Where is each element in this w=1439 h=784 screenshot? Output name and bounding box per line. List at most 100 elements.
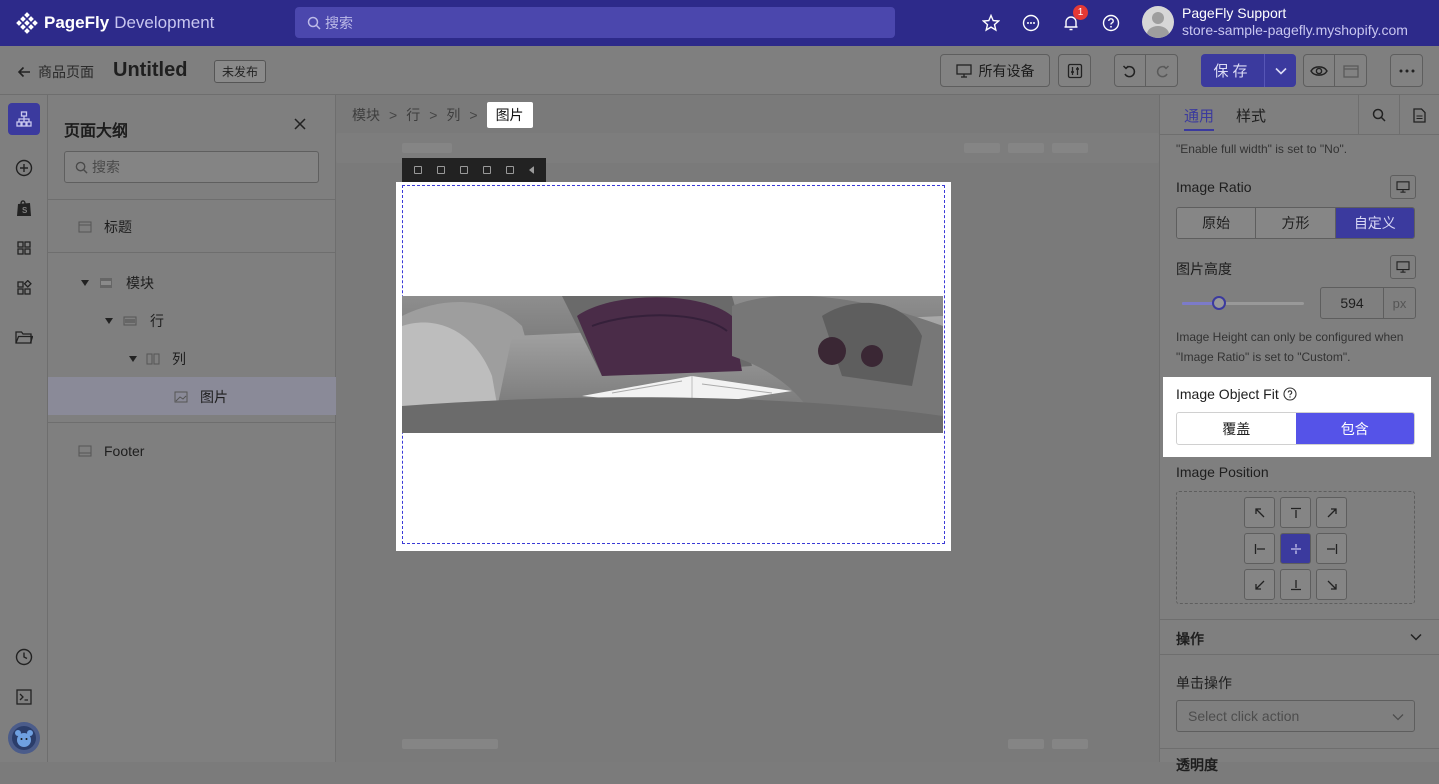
responsive-toggle-button[interactable] (1390, 255, 1416, 279)
panel-search-button[interactable] (1358, 95, 1398, 135)
bell-icon[interactable]: 1 (1060, 5, 1088, 34)
position-middle-left[interactable] (1244, 533, 1275, 564)
redo-button[interactable] (1146, 55, 1177, 86)
delete-icon[interactable] (459, 166, 468, 174)
chevron-down-icon (1410, 633, 1422, 641)
chat-icon[interactable] (1020, 12, 1042, 34)
rail-add-button[interactable] (8, 152, 40, 184)
outline-search-placeholder: 搜索 (92, 159, 120, 175)
object-fit-option-contain[interactable]: 包含 (1295, 413, 1414, 444)
position-top-right[interactable] (1316, 497, 1347, 528)
close-outline-button[interactable] (294, 117, 306, 135)
skeleton-bar (1052, 739, 1088, 749)
position-top-center[interactable] (1280, 497, 1311, 528)
rail-apps-button[interactable] (8, 272, 40, 304)
breadcrumb: 模块 > 行 > 列 > 图片 (352, 102, 533, 128)
align-right-icon (1326, 543, 1337, 554)
outline-item-header[interactable]: 标题 (78, 217, 132, 237)
user-menu[interactable]: PageFly Support store-sample-pagefly.mys… (1142, 5, 1408, 39)
image-height-note: Image Height can only be configured when… (1176, 330, 1404, 364)
position-bottom-center[interactable] (1280, 569, 1311, 600)
grid-icon (17, 241, 31, 255)
search-placeholder: 搜索 (325, 14, 353, 31)
app-logo[interactable]: PageFly Development (16, 12, 214, 34)
back-link[interactable]: 商品页面 (16, 62, 94, 82)
breadcrumb-current[interactable]: 图片 (486, 102, 533, 128)
settings-sliders-button[interactable] (1058, 54, 1091, 87)
chevron-down-icon (1392, 714, 1404, 721)
outline-item-column[interactable]: 列 (128, 349, 186, 369)
caret-down-icon (105, 318, 113, 324)
ratio-option-custom[interactable]: 自定义 (1335, 208, 1414, 238)
save-options-button[interactable] (1265, 54, 1296, 87)
image-height-value: 594 (1340, 295, 1364, 311)
rail-outline-button[interactable] (8, 103, 40, 135)
status-badge: 未发布 (214, 60, 267, 83)
style-icon[interactable] (506, 166, 515, 174)
copy-icon[interactable] (483, 166, 492, 174)
save-button[interactable]: 保存 (1201, 54, 1265, 87)
back-label: 商品页面 (38, 64, 94, 80)
collapse-icon[interactable] (529, 166, 535, 174)
object-fit-option-cover[interactable]: 覆盖 (1177, 413, 1296, 444)
action-section-header[interactable]: 操作 (1160, 619, 1439, 655)
outline-item-footer[interactable]: Footer (78, 441, 144, 461)
tab-style[interactable]: 样式 (1236, 105, 1266, 126)
ratio-option-square[interactable]: 方形 (1256, 208, 1336, 238)
ratio-option-original[interactable]: 原始 (1177, 208, 1257, 238)
open-live-button[interactable] (1335, 55, 1366, 86)
position-bottom-right[interactable] (1316, 569, 1347, 600)
responsive-toggle-button[interactable] (1390, 175, 1416, 199)
position-center[interactable] (1280, 533, 1311, 564)
panel-docs-button[interactable] (1399, 95, 1439, 135)
preview-button[interactable] (1304, 55, 1336, 86)
image-height-slider-handle[interactable] (1211, 296, 1226, 310)
image-height-unit[interactable]: px (1383, 288, 1415, 318)
breadcrumb-item[interactable]: 模块 (352, 105, 380, 125)
bear-mascot-icon (12, 726, 36, 750)
rail-elements-button[interactable] (8, 232, 40, 264)
breadcrumb-item[interactable]: 行 (406, 105, 420, 125)
image-element[interactable] (396, 182, 951, 551)
undo-button[interactable] (1115, 55, 1147, 86)
page-title[interactable]: Untitled (113, 59, 187, 82)
save-button-group: 保存 (1201, 54, 1296, 87)
outline-item-image[interactable]: 图片 (174, 387, 228, 407)
align-top-icon (1290, 507, 1301, 518)
outline-item-label: Footer (104, 443, 145, 459)
move-icon[interactable] (413, 166, 422, 174)
outline-item-row[interactable]: 行 (104, 311, 164, 331)
global-search-input[interactable]: 搜索 (295, 7, 895, 38)
outline-search-input[interactable]: 搜索 (64, 151, 319, 183)
opacity-section-header[interactable]: 透明度 (1160, 748, 1439, 784)
skeleton-bar (402, 143, 452, 153)
rail-shopify-button[interactable]: S (8, 192, 40, 224)
rail-mascot-avatar[interactable] (8, 722, 40, 754)
position-bottom-left[interactable] (1244, 569, 1275, 600)
tab-general[interactable]: 通用 (1184, 105, 1215, 131)
device-selector-button[interactable]: 所有设备 (940, 54, 1050, 87)
position-middle-right[interactable] (1316, 533, 1347, 564)
outline-item-label: 列 (172, 351, 186, 367)
footer-icon (78, 445, 92, 457)
duplicate-icon[interactable] (436, 166, 445, 174)
help-icon[interactable] (1100, 12, 1122, 34)
position-top-left[interactable] (1244, 497, 1275, 528)
arrow-down-left-icon (1254, 580, 1264, 590)
breadcrumb-item[interactable]: 列 (446, 105, 460, 125)
outline-item-section[interactable]: 模块 (80, 273, 154, 293)
divider (48, 252, 336, 253)
help-icon[interactable] (1283, 387, 1297, 401)
outline-panel: 页面大纲 搜索 标题 模块 行 列 图片 Footer (48, 95, 336, 762)
skeleton-bar (1052, 143, 1088, 153)
rail-history-button[interactable] (8, 641, 40, 673)
rail-code-button[interactable] (8, 681, 40, 713)
pagefly-logo-icon (16, 12, 38, 34)
star-icon[interactable] (980, 12, 1002, 34)
more-options-button[interactable] (1390, 54, 1423, 87)
click-action-select[interactable]: Select click action (1176, 700, 1415, 732)
arrow-down-right-icon (1327, 580, 1337, 590)
rail-files-button[interactable] (8, 321, 40, 353)
image-height-input[interactable]: 594 px (1320, 287, 1416, 319)
editor-canvas[interactable]: 模块 > 行 > 列 > 图片 (336, 95, 1159, 762)
